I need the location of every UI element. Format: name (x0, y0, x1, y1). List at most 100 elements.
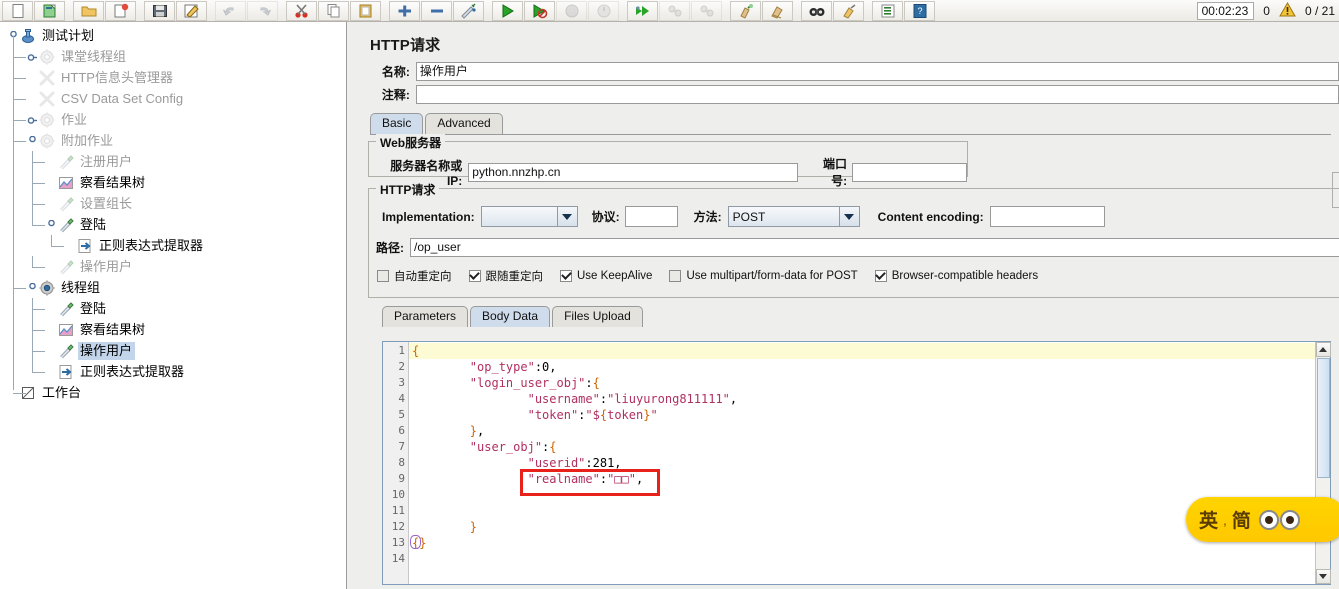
code-line[interactable]: "token":"${token}" (409, 407, 1330, 423)
main-toolbar[interactable]: ? (0, 0, 1339, 22)
code-line[interactable]: "username":"liuyurong811111", (409, 391, 1330, 407)
option-checkbox-row[interactable]: Browser-compatible headers (874, 270, 1038, 282)
chevron-down-icon[interactable] (556, 207, 577, 226)
broom-clear-all-icon[interactable] (762, 0, 793, 21)
implementation-select[interactable] (480, 206, 578, 227)
tree-expand-handle-closed[interactable] (27, 51, 38, 62)
tree-node[interactable]: 工作台 (0, 382, 346, 403)
option-checkbox-row[interactable]: Use KeepAlive (560, 270, 652, 282)
scroll-up-button[interactable] (1315, 342, 1331, 357)
tree-node[interactable]: 设置组长 (0, 193, 346, 214)
checkbox[interactable] (468, 270, 481, 282)
tree-node[interactable]: 作业 (0, 109, 346, 130)
close-file-icon[interactable] (105, 0, 136, 21)
ime-shape-label[interactable]: 简 (1232, 506, 1251, 533)
collapse-minus-icon[interactable] (421, 0, 452, 21)
code-line[interactable]: "op_type":0, (409, 359, 1330, 375)
tab-body-data[interactable]: Body Data (470, 306, 551, 327)
tree-node[interactable]: 登陆 (0, 298, 346, 319)
tab-parameters[interactable]: Parameters (382, 306, 469, 327)
http-sampler-icon (58, 259, 74, 275)
regex-extractor-icon (58, 364, 74, 380)
code-line[interactable]: "userid":281, (409, 455, 1330, 471)
code-line[interactable]: {- (409, 343, 1330, 359)
templates-icon[interactable] (34, 0, 65, 21)
tree-expand-handle-closed[interactable] (27, 114, 38, 125)
tree-node[interactable]: 线程组 (0, 277, 346, 298)
code-line[interactable]: "user_obj":{ (409, 439, 1330, 455)
code-line[interactable] (409, 551, 1330, 567)
server-name-input[interactable]: python.nnzhp.cn (468, 162, 799, 182)
tree-node[interactable]: 察看结果树 (0, 319, 346, 340)
tree-node[interactable]: 操作用户 (0, 340, 346, 361)
name-input[interactable]: 操作用户 (415, 62, 1339, 81)
tab-basic[interactable]: Basic (370, 113, 424, 134)
expand-plus-icon[interactable] (389, 0, 420, 21)
code-line[interactable]: {} (409, 535, 1330, 551)
body-data-editor[interactable]: 1234567891011121314 {- "op_type":0, "log… (382, 341, 1331, 585)
method-select[interactable]: POST (727, 206, 860, 227)
option-checkbox-row[interactable]: 跟随重定向 (468, 268, 543, 284)
body-tabstrip[interactable]: Parameters Body Data Files Upload (348, 305, 1339, 327)
toggle-wand-icon[interactable] (453, 0, 484, 21)
clipboard-paste-icon[interactable] (350, 0, 381, 21)
scissors-icon[interactable] (286, 0, 317, 21)
tree-node[interactable]: 登陆 (0, 214, 346, 235)
code-line[interactable]: "realname":"□□", (409, 471, 1330, 487)
basic-advanced-tabstrip[interactable]: Basic Advanced (348, 112, 1339, 134)
binoculars-search-icon[interactable] (801, 0, 832, 21)
tree-node[interactable]: 注册用户 (0, 151, 346, 172)
checkbox[interactable] (669, 270, 682, 282)
scroll-down-button[interactable] (1315, 569, 1331, 584)
tree-expand-handle-open[interactable] (46, 219, 57, 230)
checkbox[interactable] (560, 270, 572, 282)
warning-triangle-icon[interactable] (1279, 1, 1296, 20)
code-line[interactable] (409, 487, 1330, 503)
checkbox[interactable] (377, 270, 389, 282)
shutdown-icon (588, 0, 619, 21)
open-folder-icon[interactable] (73, 0, 104, 21)
editor-vertical-scrollbar[interactable] (1315, 342, 1331, 584)
elapsed-timer: 00:02:23 (1196, 2, 1255, 20)
code-line[interactable]: "login_user_obj":{ (409, 375, 1330, 391)
test-plan-tree[interactable]: 测试计划 课堂线程组 HTTP信息头管理器 CSV Data Set Config 作业… (0, 22, 347, 589)
tree-node[interactable]: 测试计划 (0, 25, 346, 46)
editor-code-area[interactable]: {- "op_type":0, "login_user_obj":{ "user… (409, 342, 1330, 584)
port-input[interactable] (852, 162, 967, 182)
tree-expand-handle-open[interactable] (27, 135, 38, 146)
function-helper-list-icon[interactable] (872, 0, 903, 21)
start-no-pauses-icon[interactable] (524, 0, 555, 21)
tree-node[interactable]: 察看结果树 (0, 172, 346, 193)
option-checkbox-row[interactable]: 自动重定向 (377, 268, 452, 284)
tab-advanced[interactable]: Advanced (425, 113, 503, 134)
tree-node[interactable]: CSV Data Set Config (0, 88, 346, 109)
save-disk-icon[interactable] (144, 0, 175, 21)
minion-eyes-icon[interactable] (1258, 509, 1300, 530)
broom-clear-icon[interactable] (730, 0, 761, 21)
code-line[interactable]: }, (409, 423, 1330, 439)
help-book-icon[interactable]: ? (904, 0, 935, 21)
reset-search-broom-icon[interactable] (833, 0, 864, 21)
scroll-thumb[interactable] (1316, 358, 1330, 478)
copy-pages-icon[interactable] (318, 0, 349, 21)
ime-mode-label[interactable]: 英 (1199, 506, 1218, 533)
new-file-icon[interactable] (2, 0, 33, 21)
tree-node[interactable]: 正则表达式提取器 (0, 361, 346, 382)
chevron-down-icon[interactable] (838, 207, 859, 226)
tab-files-upload[interactable]: Files Upload (552, 306, 643, 327)
tree-node[interactable]: HTTP信息头管理器 (0, 67, 346, 88)
ime-status-bar[interactable]: 英 , 简 (1186, 497, 1339, 542)
save-as-icon[interactable] (176, 0, 207, 21)
protocol-input[interactable] (624, 206, 678, 227)
tree-expand-handle-open[interactable] (27, 282, 38, 293)
option-checkbox-row[interactable]: Use multipart/form-data for POST (669, 270, 858, 282)
start-green-play-icon[interactable] (492, 0, 523, 21)
tree-node[interactable]: 操作用户 (0, 256, 346, 277)
content-encoding-input[interactable] (989, 206, 1105, 227)
comment-input[interactable] (415, 85, 1339, 104)
remote-start-all-icon[interactable] (627, 0, 658, 21)
path-input[interactable]: /op_user (410, 238, 1339, 257)
tree-node[interactable]: 附加作业 (0, 130, 346, 151)
tree-node[interactable]: 课堂线程组 (0, 46, 346, 67)
checkbox[interactable] (874, 270, 887, 282)
